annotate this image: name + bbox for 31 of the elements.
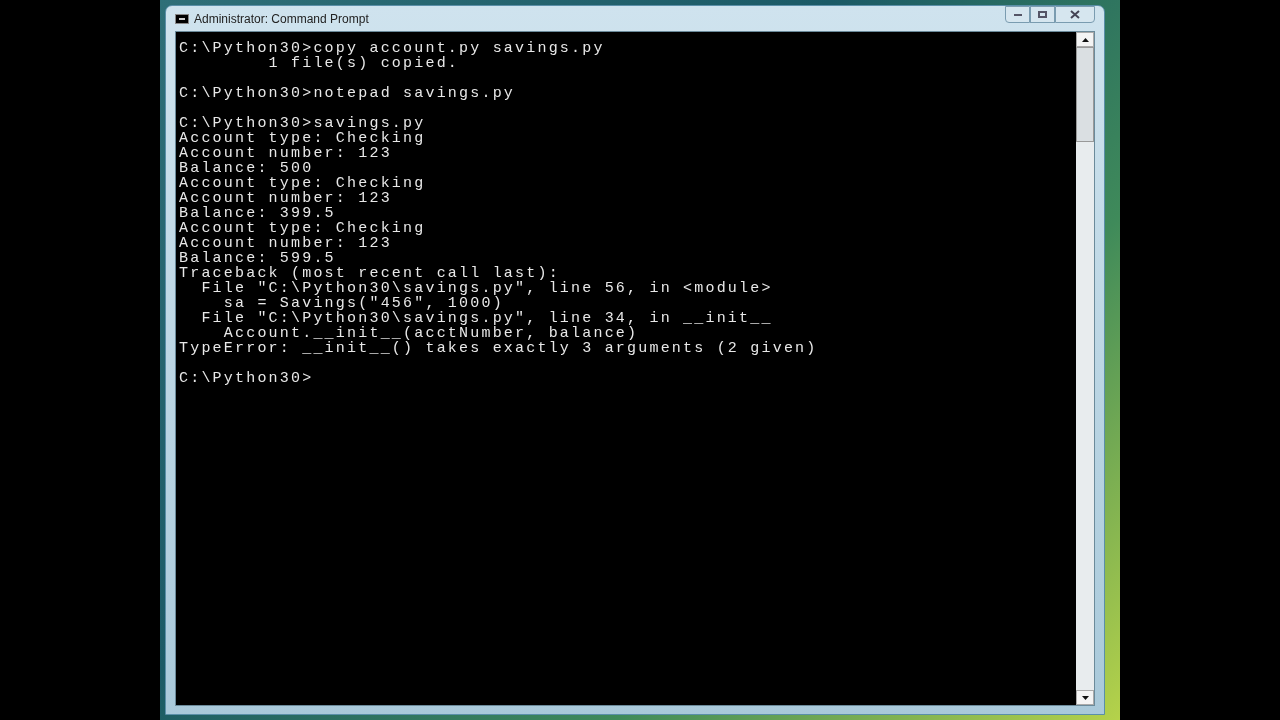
console-line: TypeError: __init__() takes exactly 3 arguments (2 given) xyxy=(179,341,818,356)
console-line: Account number: 123 xyxy=(179,146,392,161)
scroll-up-button[interactable] xyxy=(1076,32,1094,47)
console-icon xyxy=(175,13,189,24)
console-line: C:\Python30>copy account.py savings.py xyxy=(179,41,605,56)
console-line: sa = Savings("456", 1000) xyxy=(223,296,504,311)
console-line: Traceback (most recent call last): xyxy=(179,266,560,281)
console-line: Account number: 123 xyxy=(179,236,392,251)
console-line: Account.__init__(acctNumber, balance) xyxy=(222,326,639,341)
minimize-button[interactable] xyxy=(1005,6,1030,23)
console-line: C:\Python30>savings.py xyxy=(179,116,426,131)
scroll-thumb[interactable] xyxy=(1076,47,1094,142)
console-line: Account number: 123 xyxy=(179,191,392,206)
console-line: Balance: 599.5 xyxy=(179,251,336,266)
console-line: Account type: Checking xyxy=(179,131,426,146)
console-line: Balance: 399.5 xyxy=(179,206,336,221)
scroll-down-button[interactable] xyxy=(1076,690,1094,705)
close-button[interactable] xyxy=(1055,6,1095,23)
console-line: C:\Python30> xyxy=(179,371,314,386)
console-line: File "C:\Python30\savings.py", line 34, in __init__ xyxy=(200,311,773,326)
console-line: C:\Python30>notepad savings.py xyxy=(179,86,516,101)
console-line: Balance: 500 xyxy=(179,161,314,176)
console-line: Account type: Checking xyxy=(179,176,426,191)
up-arrow-icon xyxy=(1081,37,1089,42)
close-icon xyxy=(1070,10,1080,19)
window-title: Administrator: Command Prompt xyxy=(194,10,369,28)
maximize-button[interactable] xyxy=(1030,6,1055,23)
console-line: File "C:\Python30\savings.py", line 56, in <module> xyxy=(200,281,773,296)
down-arrow-icon xyxy=(1081,695,1089,700)
console-line: Account type: Checking xyxy=(179,221,426,236)
console-line: 1 file(s) copied. xyxy=(268,56,460,71)
